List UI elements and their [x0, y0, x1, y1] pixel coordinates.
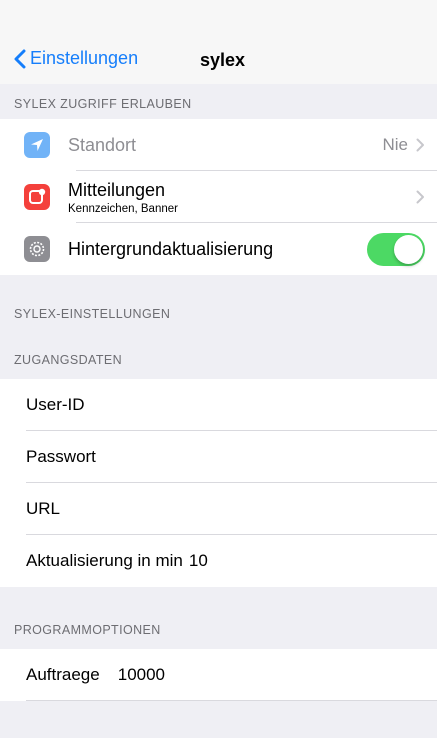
orders-label: Auftraege	[26, 665, 100, 684]
notifications-subtitle: Kennzeichen, Banner	[68, 202, 178, 215]
section-header-credentials: ZUGANGSDATEN	[14, 353, 123, 367]
password-row[interactable]: Passwort	[0, 431, 437, 483]
refresh-interval-input[interactable]	[188, 551, 329, 571]
status-bar-area	[0, 0, 437, 36]
notifications-row[interactable]: Mitteilungen Kennzeichen, Banner	[0, 171, 437, 223]
refresh-interval-label: Aktualisierung in min	[26, 551, 183, 570]
url-input[interactable]	[70, 499, 211, 519]
navigation-bar: Einstellungen sylex	[0, 36, 437, 84]
background-refresh-toggle[interactable]	[367, 233, 425, 266]
section-header-settings: SYLEX-EINSTELLUNGEN	[14, 307, 171, 321]
notifications-text: Mitteilungen Kennzeichen, Banner	[68, 180, 178, 215]
access-group: Standort Nie Mitteilungen Kennzeichen, B…	[0, 119, 437, 275]
userid-row[interactable]: User-ID	[0, 379, 437, 431]
chevron-right-icon	[416, 138, 424, 152]
password-input[interactable]	[105, 447, 246, 467]
section-header-program: PROGRAMMOPTIONEN	[14, 623, 161, 637]
notifications-icon	[24, 184, 50, 210]
background-refresh-row: Hintergrundaktualisierung	[0, 223, 437, 275]
section-header-access: SYLEX ZUGRIFF ERLAUBEN	[0, 83, 437, 119]
program-group: Auftraege	[0, 649, 437, 701]
location-arrow-icon	[24, 132, 50, 158]
chevron-left-icon	[14, 49, 26, 68]
url-label: URL	[26, 499, 61, 518]
credentials-group: User-ID Passwort URL Aktualisierung in m…	[0, 379, 437, 587]
back-button-label: Einstellungen	[30, 48, 139, 68]
location-label: Standort	[68, 134, 137, 155]
password-label: Passwort	[26, 447, 96, 466]
location-row[interactable]: Standort Nie	[0, 119, 437, 171]
notifications-detail	[408, 171, 425, 223]
separator	[26, 700, 437, 701]
toggle-knob	[394, 235, 423, 264]
background-refresh-label: Hintergrundaktualisierung	[68, 238, 274, 259]
userid-label: User-ID	[26, 395, 85, 414]
location-value: Nie	[382, 135, 408, 154]
chevron-right-icon	[416, 190, 424, 204]
refresh-interval-row[interactable]: Aktualisierung in min	[0, 535, 437, 587]
gear-icon	[24, 236, 50, 262]
notifications-label: Mitteilungen	[68, 179, 166, 200]
userid-input[interactable]	[94, 395, 235, 415]
url-row[interactable]: URL	[0, 483, 437, 535]
location-detail: Nie	[382, 119, 425, 171]
back-button[interactable]: Einstellungen	[14, 48, 138, 69]
page-title: sylex	[200, 50, 246, 70]
orders-input[interactable]	[117, 665, 258, 685]
orders-row[interactable]: Auftraege	[0, 649, 437, 701]
